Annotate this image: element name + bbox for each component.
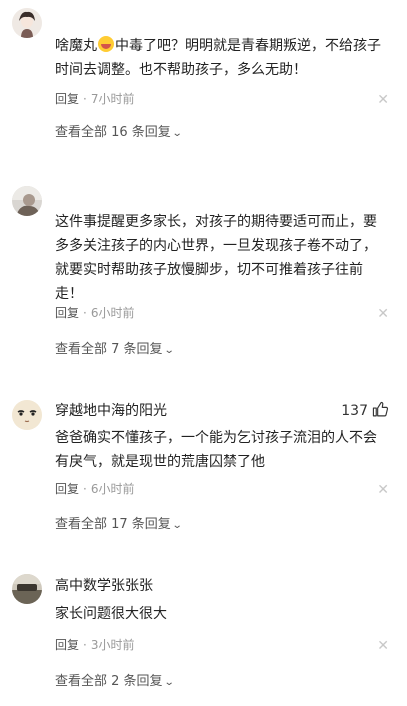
comment-meta: 回复 · 3小时前 xyxy=(55,638,135,652)
close-icon[interactable]: ✕ xyxy=(377,638,389,654)
chevron-down-icon: ⌄ xyxy=(171,520,183,531)
comment-meta: 回复 · 6小时前 xyxy=(55,482,135,496)
reply-button[interactable]: 回复 xyxy=(55,482,79,496)
view-replies-link[interactable]: 查看全部 17 条回复⌄ xyxy=(55,516,183,535)
comment-time: 3小时前 xyxy=(90,638,135,652)
like-button[interactable]: 137 xyxy=(341,401,389,420)
avatar[interactable] xyxy=(12,186,42,216)
avatar[interactable] xyxy=(12,574,42,604)
comment-time: 6小时前 xyxy=(90,482,135,496)
comment-meta: 回复 · 6小时前 xyxy=(55,306,135,320)
view-replies-link[interactable]: 查看全部 2 条回复⌄ xyxy=(55,673,175,692)
reply-button[interactable]: 回复 xyxy=(55,638,79,652)
reply-button[interactable]: 回复 xyxy=(55,306,79,320)
comment-author[interactable]: 穿越地中海的阳光 xyxy=(55,402,167,420)
comment-text: 家长问题很大很大 xyxy=(55,606,167,622)
comment-text: 爸爸确实不懂孩子，一个能为乞讨孩子流泪的人不会有戾气，就是现世的荒唐囚禁了他 xyxy=(55,430,377,470)
dizzy-face-emoji-icon xyxy=(98,36,114,52)
view-replies-link[interactable]: 查看全部 16 条回复⌄ xyxy=(55,124,183,143)
like-count: 137 xyxy=(341,403,368,419)
comment-time: 6小时前 xyxy=(90,306,135,320)
comment-time: 7小时前 xyxy=(90,92,135,106)
chevron-down-icon: ⌄ xyxy=(171,128,183,139)
view-replies-link[interactable]: 查看全部 7 条回复⌄ xyxy=(55,341,175,360)
close-icon[interactable]: ✕ xyxy=(377,92,389,108)
reply-button[interactable]: 回复 xyxy=(55,92,79,106)
thumbs-up-icon xyxy=(372,401,389,417)
close-icon[interactable]: ✕ xyxy=(377,482,389,498)
chevron-down-icon: ⌄ xyxy=(163,345,175,356)
comment-text: 啥魔丸 中毒了吧？明明就是青春期叛逆，不给孩子时间去调整。也不帮助孩子，多么无助！ xyxy=(55,36,381,78)
comment-author[interactable]: 高中数学张张张 xyxy=(55,577,153,595)
avatar[interactable] xyxy=(12,400,42,430)
chevron-down-icon: ⌄ xyxy=(163,677,175,688)
avatar[interactable] xyxy=(12,8,42,38)
comment-text: 这件事提醒更多家长，对孩子的期待要适可而止，要多多关注孩子的内心世界，一旦发现孩… xyxy=(55,214,377,302)
close-icon[interactable]: ✕ xyxy=(377,306,389,322)
comment-meta: 回复 · 7小时前 xyxy=(55,92,135,106)
